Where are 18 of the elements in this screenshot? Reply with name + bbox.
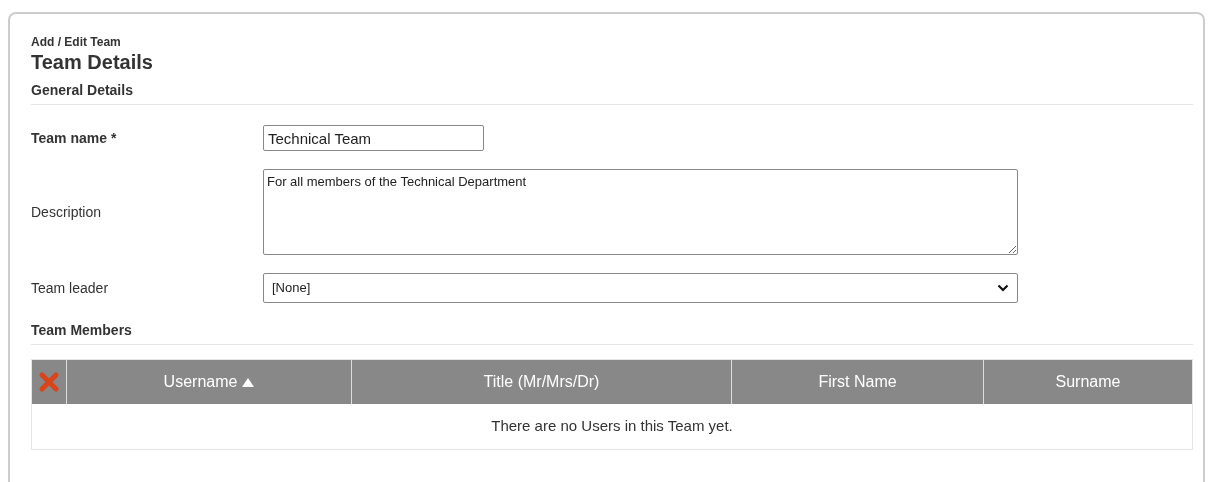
page-title: Team Details (31, 50, 154, 74)
description-field[interactable]: For all members of the Technical Department (263, 169, 1018, 255)
team-name-field[interactable]: Technical Team (263, 125, 484, 151)
field-label: Description (31, 202, 103, 222)
team-leader-dropdown[interactable]: [None] (263, 273, 1018, 303)
section-heading: Team Members (31, 320, 1193, 345)
column-header[interactable]: First Name (732, 360, 984, 404)
section-heading: General Details (31, 80, 1193, 105)
column-header[interactable]: Surname (984, 360, 1192, 404)
close-icon (38, 371, 60, 393)
column-header[interactable]: Username (67, 360, 352, 404)
field-label: Team leader (31, 278, 110, 298)
field-label: Team name * (31, 128, 118, 148)
sort-up-icon (242, 377, 255, 387)
empty-message: There are no Users in this Team yet. (490, 416, 734, 437)
chevron-down-icon (997, 284, 1009, 292)
column-header[interactable]: Title (Mr/Mrs/Dr) (352, 360, 732, 404)
breadcrumb: Add / Edit Team (31, 34, 122, 50)
